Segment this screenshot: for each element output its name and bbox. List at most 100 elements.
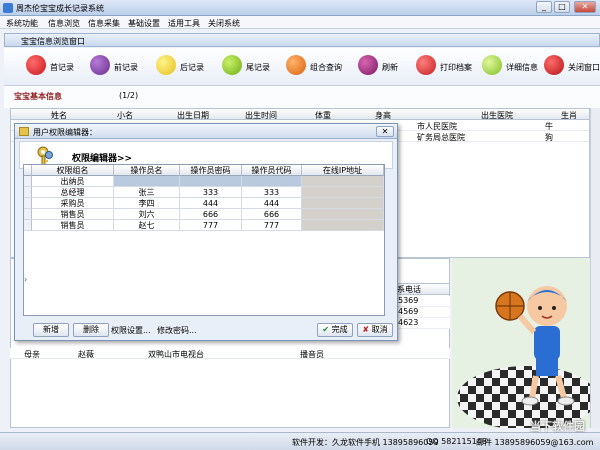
col-code[interactable]: 操作员代码: [242, 165, 302, 176]
operator-table: 权限组名 操作员名 操作员密码 操作员代码 在线IP地址 出纳员 总经理 张三 …: [23, 164, 385, 316]
hospital-cell: 矿务局总医院: [417, 133, 465, 142]
add-button[interactable]: 新增: [33, 323, 69, 337]
operator-cell[interactable]: 刘六: [114, 209, 180, 220]
next-record-label: 后记录: [180, 63, 204, 72]
row-selector[interactable]: [24, 198, 32, 209]
phone-cell: 5369: [392, 296, 450, 307]
section-header: 宝宝基本信息 (1/2): [4, 86, 600, 108]
operator-cell[interactable]: 张三: [114, 187, 180, 198]
row-selector-header: [24, 165, 32, 176]
folder-icon: [19, 127, 29, 136]
password-cell[interactable]: 666: [180, 209, 242, 220]
group-cell[interactable]: 销售员: [32, 220, 114, 231]
code-cell[interactable]: 333: [242, 187, 302, 198]
print-archive-label: 打印档案: [440, 63, 472, 72]
menu-item-browse[interactable]: 信息浏览: [48, 18, 80, 29]
close-button[interactable]: ✕: [574, 1, 596, 13]
strawberry-icon: [416, 55, 436, 75]
col-password[interactable]: 操作员密码: [180, 165, 242, 176]
zodiac-cell: 狗: [545, 133, 553, 142]
group-cell[interactable]: 出纳员: [32, 176, 114, 187]
menu-item-tools[interactable]: 适用工具: [168, 18, 200, 29]
menu-item-settings[interactable]: 基础设置: [128, 18, 160, 29]
menu-item-system[interactable]: 系统功能: [6, 18, 38, 29]
finish-button[interactable]: ✔ 完成: [317, 323, 353, 337]
row-selector[interactable]: [24, 209, 32, 220]
refresh-button[interactable]: 刷新: [358, 52, 406, 82]
dialog-title: 用户权限编辑器：: [33, 128, 97, 137]
col-operator[interactable]: 操作员名: [114, 165, 180, 176]
refresh-label: 刷新: [382, 63, 398, 72]
cancel-icon: ✘: [362, 325, 370, 334]
password-cell[interactable]: [180, 176, 242, 187]
next-record-button[interactable]: 后记录: [156, 52, 216, 82]
minimize-button[interactable]: _: [536, 1, 552, 13]
operator-cell[interactable]: [114, 176, 180, 187]
row-selector[interactable]: [24, 176, 32, 187]
maximize-button[interactable]: □: [554, 1, 570, 13]
cancel-button[interactable]: ✘ 取消: [357, 323, 393, 337]
phone-cell: 4623: [392, 318, 450, 329]
page-indicator: (1/2): [119, 91, 139, 100]
close-window-button[interactable]: 关闭窗口: [544, 52, 600, 82]
cartoon-illustration: [452, 258, 597, 430]
last-record-button[interactable]: 尾记录: [222, 52, 282, 82]
dialog-close-button[interactable]: ✕: [376, 126, 394, 137]
col-group[interactable]: 权限组名: [32, 165, 114, 176]
code-cell[interactable]: [242, 176, 302, 187]
operator-cell[interactable]: 李四: [114, 198, 180, 209]
details-button[interactable]: 详细信息: [482, 52, 544, 82]
ip-cell: [302, 187, 384, 198]
orange-icon: [286, 55, 306, 75]
watermark-text: 当下软件园: [530, 420, 585, 433]
code-cell[interactable]: 666: [242, 209, 302, 220]
row-pointer-icon: ›: [24, 275, 28, 284]
close-window-label: 关闭窗口: [568, 63, 600, 72]
col-ip[interactable]: 在线IP地址: [302, 165, 384, 176]
vertical-scrollbar[interactable]: [590, 108, 600, 428]
phone-column-header[interactable]: 系电话: [392, 283, 450, 295]
green-apple-icon: [482, 55, 502, 75]
cancel-label: 取消: [371, 325, 388, 334]
check-icon: ✔: [322, 325, 330, 334]
password-cell[interactable]: 444: [180, 198, 242, 209]
permission-settings-link[interactable]: 权限设置...: [111, 325, 151, 336]
lime-icon: [222, 55, 242, 75]
baby-grid-header: 姓名 小名 出生日期 出生时间 体重 身高 出生医院 生肖: [10, 108, 590, 120]
code-cell[interactable]: 444: [242, 198, 302, 209]
first-record-button[interactable]: 首记录: [26, 52, 86, 82]
password-cell[interactable]: 777: [180, 220, 242, 231]
job-cell: 播音员: [300, 350, 324, 359]
combo-query-button[interactable]: 组合查询: [286, 52, 356, 82]
delete-button[interactable]: 删除: [73, 323, 109, 337]
prev-record-label: 前记录: [114, 63, 138, 72]
list-item[interactable]: 母亲 赵薇 双鸭山市电视台 播音员: [10, 348, 450, 359]
menu-bar: 系统功能 信息浏览 信息采集 基础设置 适用工具 关闭系统: [0, 16, 600, 29]
address-cell: 双鸭山市电视台: [148, 350, 204, 359]
row-selector[interactable]: [24, 220, 32, 231]
dialog-heading: 权限编辑器>>: [72, 154, 133, 164]
menu-item-exit[interactable]: 关闭系统: [208, 18, 240, 29]
plum-icon: [90, 55, 110, 75]
title-bar: 周杰伦宝宝成长记录系统 _ □ ✕: [0, 0, 600, 16]
combo-query-label: 组合查询: [310, 63, 342, 72]
group-cell[interactable]: 销售员: [32, 209, 114, 220]
row-selector[interactable]: [24, 187, 32, 198]
name-cell: 赵薇: [78, 350, 94, 359]
change-password-link[interactable]: 修改密码...: [157, 325, 197, 336]
phone-cell: 4569: [392, 307, 450, 318]
app-icon: [3, 3, 13, 13]
print-archive-button[interactable]: 打印档案: [416, 52, 480, 82]
group-cell[interactable]: 采购员: [32, 198, 114, 209]
menu-item-collect[interactable]: 信息采集: [88, 18, 120, 29]
key-icon: [37, 146, 53, 166]
first-record-label: 首记录: [50, 63, 74, 72]
section-title: 宝宝基本信息: [14, 92, 62, 101]
ip-cell: [302, 198, 384, 209]
prev-record-button[interactable]: 前记录: [90, 52, 150, 82]
operator-cell[interactable]: 赵七: [114, 220, 180, 231]
code-cell[interactable]: 777: [242, 220, 302, 231]
group-cell[interactable]: 总经理: [32, 187, 114, 198]
ip-cell: [302, 176, 384, 187]
password-cell[interactable]: 333: [180, 187, 242, 198]
